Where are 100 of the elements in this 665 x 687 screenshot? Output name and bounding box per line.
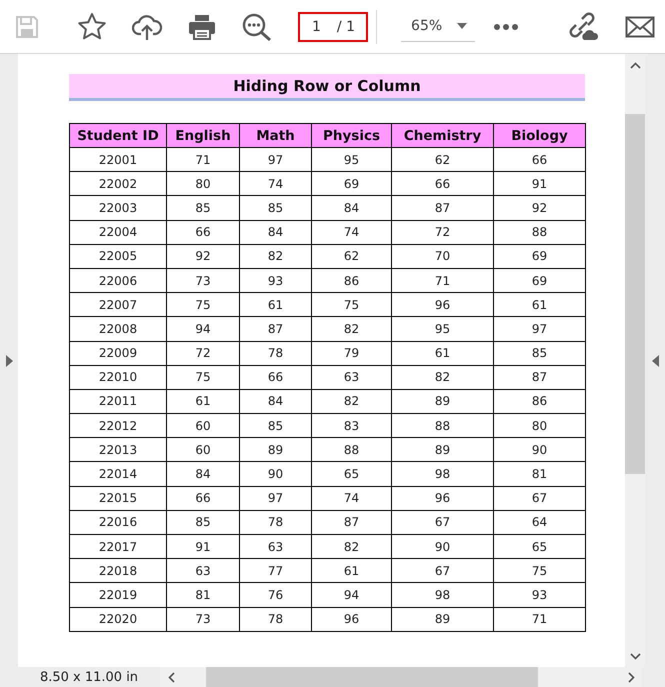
table-cell: 69 — [494, 268, 586, 293]
table-cell: 92 — [166, 244, 240, 268]
table-cell: 22011 — [70, 389, 166, 414]
cloud-upload-icon[interactable] — [130, 12, 162, 40]
table-cell: 63 — [240, 534, 312, 559]
table-cell: 65 — [494, 534, 586, 559]
table-cell: 89 — [240, 438, 312, 462]
table-cell: 22014 — [70, 462, 166, 486]
table-cell: 22010 — [70, 365, 166, 390]
table-cell: 22019 — [70, 582, 166, 608]
table-cell: 67 — [494, 486, 586, 510]
table-cell: 89 — [392, 607, 494, 632]
more-icon[interactable] — [493, 22, 519, 30]
table-cell: 71 — [494, 607, 586, 632]
table-cell: 80 — [494, 414, 586, 438]
scroll-up-icon[interactable] — [630, 62, 640, 68]
table-cell: 97 — [494, 316, 586, 341]
table-cell: 72 — [166, 341, 240, 366]
table-cell: 82 — [312, 389, 392, 414]
table-cell: 22004 — [70, 220, 166, 244]
table-cell: 93 — [240, 268, 312, 293]
table-cell: 86 — [494, 389, 586, 414]
table-cell: 78 — [240, 607, 312, 632]
table-cell: 81 — [166, 582, 240, 608]
table-cell: 75 — [312, 292, 392, 317]
table-cell: 66 — [392, 172, 494, 196]
table-cell: 61 — [166, 389, 240, 414]
table-cell: 22018 — [70, 558, 166, 583]
column-header: English — [166, 124, 240, 148]
star-icon[interactable] — [76, 12, 106, 42]
table-cell: 80 — [166, 172, 240, 196]
table-cell: 66 — [240, 365, 312, 390]
table-cell: 71 — [166, 148, 240, 172]
table-cell: 60 — [166, 438, 240, 462]
table-cell: 74 — [312, 220, 392, 244]
table-cell: 87 — [494, 365, 586, 390]
table-cell: 70 — [392, 244, 494, 268]
expand-arrow-icon[interactable] — [6, 354, 12, 366]
table-cell: 61 — [240, 292, 312, 317]
table-cell: 72 — [392, 220, 494, 244]
collapse-arrow-icon[interactable] — [652, 354, 658, 366]
print-icon[interactable] — [186, 12, 216, 40]
table-cell: 97 — [240, 148, 312, 172]
table-cell: 84 — [240, 220, 312, 244]
table-cell: 66 — [166, 486, 240, 510]
table-cell: 22002 — [70, 172, 166, 196]
table-cell: 75 — [494, 558, 586, 583]
table-cell: 91 — [494, 172, 586, 196]
table-cell: 85 — [494, 341, 586, 366]
table-cell: 84 — [240, 389, 312, 414]
table-cell: 81 — [494, 462, 586, 486]
table-cell: 60 — [166, 414, 240, 438]
table-cell: 87 — [392, 196, 494, 220]
mail-icon[interactable] — [625, 16, 655, 38]
table-cell: 82 — [240, 244, 312, 268]
table-cell: 61 — [392, 341, 494, 366]
table-cell: 22005 — [70, 244, 166, 268]
search-icon[interactable] — [240, 12, 272, 42]
table-cell: 67 — [392, 510, 494, 534]
table-cell: 76 — [240, 582, 312, 608]
table-cell: 82 — [392, 365, 494, 390]
table-cell: 79 — [312, 341, 392, 366]
table-cell: 22012 — [70, 414, 166, 438]
table-cell: 95 — [392, 316, 494, 341]
table-cell: 82 — [312, 316, 392, 341]
page-number-field[interactable]: 1 / 1 — [298, 12, 368, 42]
table-cell: 61 — [494, 292, 586, 317]
scroll-right-icon[interactable] — [628, 672, 634, 683]
table-cell: 75 — [166, 365, 240, 390]
table-cell: 66 — [494, 148, 586, 172]
table-cell: 64 — [494, 510, 586, 534]
scroll-thumb[interactable] — [625, 114, 645, 474]
table-cell: 86 — [312, 268, 392, 293]
table-cell: 62 — [392, 148, 494, 172]
table-cell: 96 — [392, 292, 494, 317]
table-cell: 87 — [240, 316, 312, 341]
table-cell: 62 — [312, 244, 392, 268]
zoom-dropdown[interactable]: 65% — [401, 12, 475, 42]
column-header: Physics — [312, 124, 392, 148]
table-cell: 77 — [240, 558, 312, 583]
table-cell: 22013 — [70, 438, 166, 462]
scroll-thumb[interactable] — [206, 667, 538, 687]
column-header: Chemistry — [392, 124, 494, 148]
table-cell: 85 — [166, 196, 240, 220]
column-header: Biology — [494, 124, 586, 148]
table-cell: 63 — [166, 558, 240, 583]
scroll-left-icon[interactable] — [168, 672, 174, 683]
table-cell: 63 — [312, 365, 392, 390]
table-cell: 92 — [494, 196, 586, 220]
table-cell: 22007 — [70, 292, 166, 317]
table-cell: 65 — [312, 462, 392, 486]
table-cell: 93 — [494, 582, 586, 608]
table-cell: 90 — [392, 534, 494, 559]
table-cell: 71 — [392, 268, 494, 293]
table-cell: 75 — [166, 292, 240, 317]
link-cloud-icon[interactable] — [567, 12, 599, 42]
table-cell: 98 — [392, 462, 494, 486]
table-cell: 88 — [494, 220, 586, 244]
table-cell: 73 — [166, 268, 240, 293]
scroll-down-icon[interactable] — [630, 652, 640, 660]
